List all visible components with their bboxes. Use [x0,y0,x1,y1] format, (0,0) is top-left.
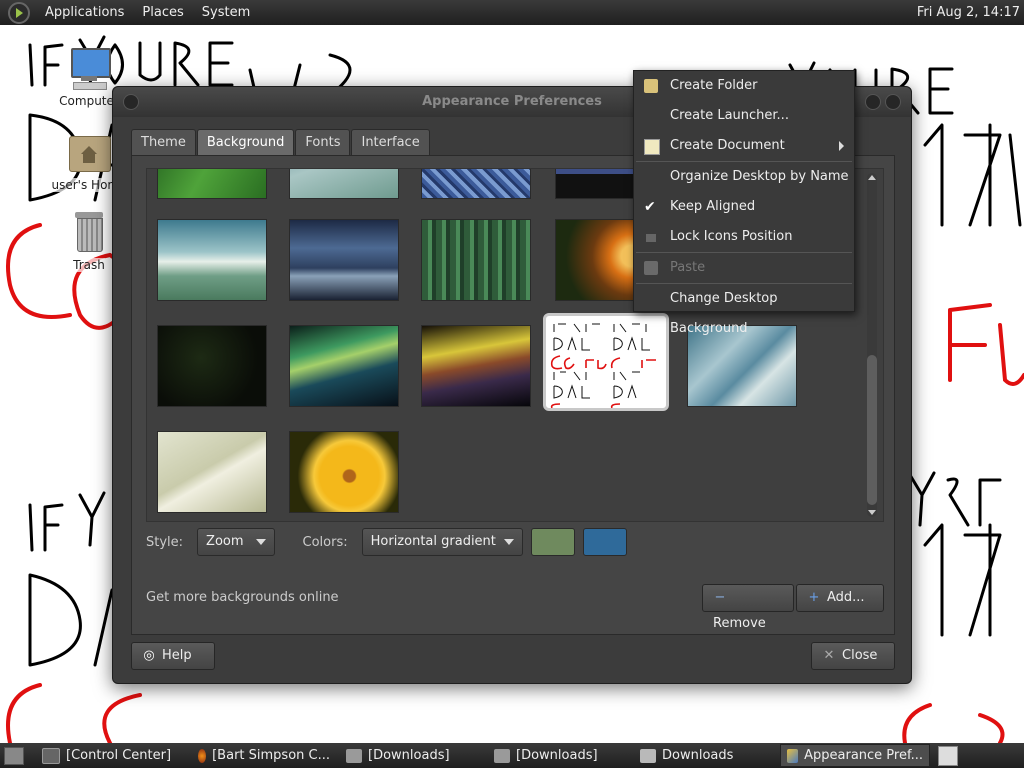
clock[interactable]: Fri Aug 2, 14:17 [917,5,1020,20]
main-menu-logo-icon[interactable] [8,1,30,24]
desktop-icon-label: Trash [73,258,105,272]
scroll-down-arrow-icon[interactable] [868,510,876,515]
wallpaper-thumbnail[interactable] [157,219,267,301]
add-button[interactable]: + Add... [796,584,884,612]
taskbar-item-downloads-1[interactable]: [Downloads] [340,745,484,766]
style-dropdown[interactable]: Zoom [197,528,275,556]
lock-icon [646,234,656,242]
folder-icon [346,748,362,763]
desktop-context-menu: Create Folder Create Launcher... Create … [633,70,855,336]
document-new-icon [644,139,660,155]
taskbar-item-downloads-2[interactable]: [Downloads] [488,745,630,766]
wallpaper-thumbnail[interactable] [157,325,267,407]
show-desktop-icon[interactable] [4,746,24,765]
firefox-icon [198,748,207,763]
style-label: Style: [146,534,184,550]
close-button[interactable]: ✕ Close [811,642,895,670]
get-more-backgrounds-link[interactable]: Get more backgrounds online [146,590,339,605]
help-button[interactable]: ◎ Help [131,642,215,670]
minimize-icon[interactable] [865,94,881,110]
paste-icon [644,261,658,275]
tab-theme[interactable]: Theme [131,129,196,156]
folder-icon [494,748,510,763]
menu-system[interactable]: System [193,5,259,20]
control-center-icon [42,747,60,764]
menu-item-change-background[interactable]: Change Desktop Background [634,284,854,336]
tab-background[interactable]: Background [196,129,295,156]
colors-label: Colors: [302,534,348,550]
tab-fonts[interactable]: Fonts [295,129,351,156]
appearance-icon [787,748,799,763]
taskbar-item-appearance[interactable]: Appearance Pref... [780,744,930,767]
bottom-panel: [Control Center] [Bart Simpson C... [Dow… [0,743,1024,768]
primary-color-button[interactable] [530,528,575,556]
chevron-down-icon [255,539,266,545]
minus-icon: − [714,590,726,605]
scroll-up-arrow-icon[interactable] [868,175,876,180]
menu-item-create-folder[interactable]: Create Folder [634,71,854,101]
selected-wallpaper-preview [550,323,656,408]
computer-icon [67,46,111,90]
wallpaper-thumbnail[interactable] [421,169,531,199]
help-lifebuoy-icon: ◎ [143,648,155,663]
check-icon: ✔ [644,199,656,215]
menu-item-lock-icons[interactable]: Lock Icons Position [634,222,854,252]
submenu-arrow-icon [839,141,844,151]
gallery-scrollbar-thumb[interactable] [867,355,877,505]
menu-item-paste[interactable]: Paste [634,253,854,283]
wallpaper-thumbnail[interactable] [421,325,531,407]
window-menu-icon[interactable] [123,94,139,110]
tab-interface[interactable]: Interface [351,129,430,156]
wallpaper-thumbnail-selected[interactable] [543,313,669,411]
wallpaper-thumbnail[interactable] [157,431,267,513]
workspace-switcher-icon[interactable] [938,745,958,766]
style-controls-row: Style: Zoom Colors: Horizontal gradient [146,528,627,556]
desktop-icon-label: Computer [59,94,119,108]
chevron-down-icon [503,539,514,545]
colors-dropdown-value: Horizontal gradient [370,534,496,549]
remove-button[interactable]: −Remove [702,584,794,631]
menu-item-keep-aligned[interactable]: ✔ Keep Aligned [634,192,854,222]
folder-icon [640,748,656,763]
menu-item-create-launcher[interactable]: Create Launcher... [634,101,854,131]
menu-item-create-document[interactable]: Create Document [634,131,854,161]
wallpaper-thumbnail[interactable] [289,219,399,301]
folder-new-icon [644,79,658,93]
tab-bar: Theme Background Fonts Interface [131,129,431,156]
gallery-scrollbar[interactable] [867,173,877,517]
menu-item-organize-desktop[interactable]: Organize Desktop by Name [634,162,854,192]
trash-icon [67,210,111,254]
plus-icon: + [808,590,820,605]
style-dropdown-value: Zoom [206,534,244,549]
taskbar-item-firefox[interactable]: [Bart Simpson C... [192,745,336,766]
top-panel: Applications Places System Fri Aug 2, 14… [0,0,1024,25]
wallpaper-thumbnail[interactable] [157,169,267,199]
colors-dropdown[interactable]: Horizontal gradient [361,528,523,556]
taskbar-item-control-center[interactable]: [Control Center] [36,745,188,766]
menu-applications[interactable]: Applications [36,5,133,20]
wallpaper-thumbnail[interactable] [289,325,399,407]
taskbar-item-downloads-3[interactable]: Downloads [634,745,776,766]
close-icon: ✕ [823,648,835,663]
maximize-icon[interactable] [885,94,901,110]
window-title: Appearance Preferences [422,94,602,109]
secondary-color-button[interactable] [582,528,627,556]
menu-places[interactable]: Places [133,5,192,20]
wallpaper-thumbnail[interactable] [289,169,399,199]
wallpaper-thumbnail[interactable] [421,219,531,301]
wallpaper-thumbnail[interactable] [289,431,399,513]
home-folder-icon [67,130,111,174]
